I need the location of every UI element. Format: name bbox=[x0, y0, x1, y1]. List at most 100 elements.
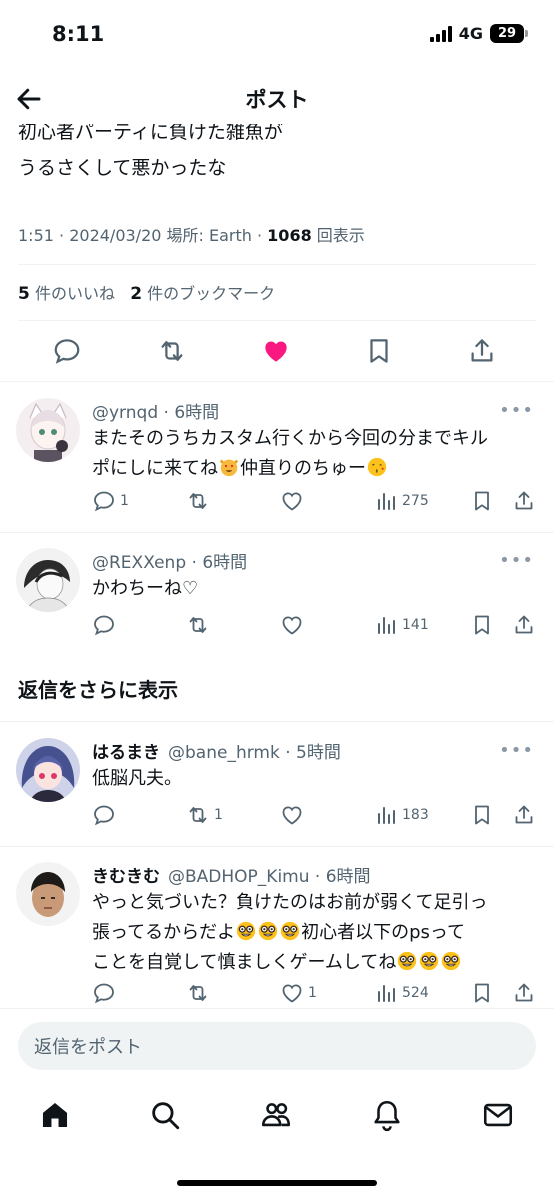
reply-reply-action[interactable] bbox=[92, 612, 120, 638]
reply-text: 低脳凡夫。 bbox=[92, 764, 540, 794]
reply-reply-action[interactable]: 1 bbox=[92, 488, 129, 514]
reply-retweet-action[interactable] bbox=[186, 612, 214, 638]
reply-bookmark-action[interactable] bbox=[470, 612, 494, 638]
divider bbox=[0, 532, 554, 533]
home-icon[interactable] bbox=[38, 1098, 72, 1132]
heart-icon bbox=[282, 806, 302, 825]
battery-icon: 29 bbox=[490, 24, 528, 43]
share-icon bbox=[515, 491, 533, 510]
more-options-icon[interactable]: ••• bbox=[499, 550, 534, 571]
reply-share-action[interactable] bbox=[512, 488, 536, 514]
bookmark-icon[interactable] bbox=[364, 336, 394, 366]
notifications-icon[interactable] bbox=[370, 1098, 404, 1132]
show-more-replies[interactable]: 返信をさらに表示 bbox=[18, 674, 178, 703]
likes-stat[interactable]: 5 件のいいね bbox=[18, 284, 115, 304]
reply-retweet-action[interactable] bbox=[186, 488, 214, 514]
reply-bookmark-action[interactable] bbox=[470, 980, 494, 1006]
reply-like-action[interactable] bbox=[280, 802, 308, 828]
reply-text: かわちーね♡ bbox=[92, 574, 540, 604]
tweet-stats: 5 件のいいね 2 件のブックマーク bbox=[18, 280, 275, 304]
reply-text: またそのうちカスタム行くから今回の分までキル ポにしに来てね 仲直りのちゅー bbox=[92, 424, 540, 484]
more-options-icon[interactable]: ••• bbox=[499, 740, 534, 761]
messages-icon[interactable] bbox=[481, 1098, 515, 1132]
share-icon bbox=[515, 983, 533, 1002]
reply-display-name[interactable]: きむきむ bbox=[92, 867, 160, 887]
bookmarks-label: 件のブックマーク bbox=[147, 284, 276, 303]
network-type: 4G bbox=[458, 24, 483, 43]
reply-share-action[interactable] bbox=[512, 980, 536, 1006]
divider bbox=[0, 1008, 554, 1009]
reply-text: やっと気づいた？負けたのはお前が弱くて足引っ 張ってるからだよ 初心者以下のpsっ… bbox=[92, 888, 540, 978]
retweet-count: 1 bbox=[214, 807, 223, 823]
reply-reply-action[interactable] bbox=[92, 802, 120, 828]
reply-views-action[interactable]: 275 bbox=[374, 488, 429, 514]
reply-time: 5時間 bbox=[296, 743, 341, 763]
header: ポスト bbox=[0, 72, 554, 124]
communities-icon[interactable] bbox=[259, 1098, 293, 1132]
divider bbox=[0, 846, 554, 847]
retweet-icon[interactable] bbox=[157, 336, 187, 366]
view-label: 回表示 bbox=[316, 226, 365, 245]
tweet-location: 場所: Earth bbox=[166, 226, 252, 245]
tweet-time: 1:51 bbox=[18, 226, 54, 245]
reply-handle[interactable]: @bane_hrmk bbox=[168, 743, 280, 763]
reply-line-part: 初心者以下のpsって bbox=[301, 922, 466, 943]
reply-bookmark-action[interactable] bbox=[470, 802, 494, 828]
reply-icon[interactable] bbox=[52, 336, 82, 366]
reply-like-action[interactable] bbox=[280, 488, 308, 514]
reply-icon bbox=[94, 491, 114, 512]
reply-line-part: 張ってるからだよ bbox=[92, 922, 236, 943]
reply-views-action[interactable]: 141 bbox=[374, 612, 429, 638]
reply-handle[interactable]: @REXXenp bbox=[92, 553, 186, 573]
signal-icon bbox=[429, 25, 452, 42]
likes-count: 5 bbox=[18, 284, 30, 304]
tweet-action-bar bbox=[0, 334, 554, 370]
heart-icon bbox=[282, 616, 302, 635]
reply-views-action[interactable]: 183 bbox=[374, 802, 429, 828]
divider bbox=[0, 721, 554, 722]
bottom-tab-bar bbox=[0, 1088, 554, 1148]
divider bbox=[0, 381, 554, 382]
share-icon[interactable] bbox=[467, 336, 497, 366]
avatar[interactable] bbox=[16, 738, 80, 802]
bookmark-icon bbox=[475, 491, 489, 511]
bookmarks-stat[interactable]: 2 件のブックマーク bbox=[130, 284, 276, 304]
reply-bookmark-action[interactable] bbox=[470, 488, 494, 514]
reply-retweet-action[interactable]: 1 bbox=[186, 802, 223, 828]
reply-line-part: ことを自覚して慎ましくゲームしてね bbox=[92, 952, 397, 973]
avatar[interactable] bbox=[16, 548, 80, 612]
reply-views-action[interactable]: 524 bbox=[374, 980, 429, 1006]
tweet-meta: 1:51 · 2024/03/20 場所: Earth · 1068 回表示 bbox=[18, 226, 365, 245]
avatar[interactable] bbox=[16, 862, 80, 926]
search-icon[interactable] bbox=[148, 1098, 182, 1132]
more-options-icon[interactable]: ••• bbox=[499, 400, 534, 421]
reply-display-name[interactable]: はるまき bbox=[92, 743, 160, 763]
reply-line: 張ってるからだよ 初心者以下のpsって bbox=[92, 918, 540, 948]
views-icon bbox=[378, 617, 395, 634]
reply-compose-input[interactable]: 返信をポスト bbox=[18, 1022, 536, 1070]
reply-like-action[interactable]: 1 bbox=[280, 980, 317, 1006]
heart-icon bbox=[282, 492, 302, 511]
reply-line: かわちーね♡ bbox=[92, 578, 199, 599]
avatar[interactable] bbox=[16, 398, 80, 462]
like-count: 1 bbox=[308, 985, 317, 1001]
heart-icon[interactable] bbox=[261, 336, 291, 366]
reply-icon bbox=[94, 983, 114, 1004]
nerd-face-emoji-icon bbox=[258, 921, 278, 941]
reply-handle[interactable]: @BADHOP_Kimu bbox=[168, 867, 310, 887]
heart-eyes-cat-emoji-icon bbox=[219, 459, 239, 477]
views-icon bbox=[378, 807, 395, 824]
reply-like-action[interactable] bbox=[280, 612, 308, 638]
likes-label: 件のいいね bbox=[34, 284, 115, 303]
status-indicators: 4G 29 bbox=[429, 24, 528, 43]
reply-handle[interactable]: @yrnqd bbox=[92, 403, 158, 423]
views-icon bbox=[378, 985, 395, 1002]
views-count: 524 bbox=[402, 985, 429, 1001]
reply-reply-action[interactable] bbox=[92, 980, 120, 1006]
reply-retweet-action[interactable] bbox=[186, 980, 214, 1006]
reply-share-action[interactable] bbox=[512, 612, 536, 638]
kissing-face-emoji-icon bbox=[367, 457, 387, 477]
views-count: 183 bbox=[402, 807, 429, 823]
share-icon bbox=[515, 615, 533, 634]
reply-share-action[interactable] bbox=[512, 802, 536, 828]
